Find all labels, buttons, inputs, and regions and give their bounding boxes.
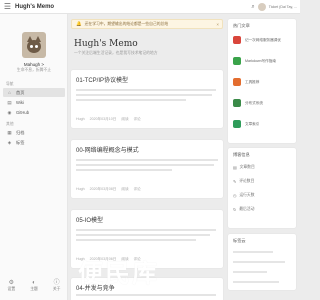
menu-icon[interactable]: ☰ (3, 2, 12, 11)
post-comments: 评论 (133, 117, 141, 121)
post-views: 阅读 (121, 117, 129, 121)
post-date: 2020年03月10日 (89, 117, 117, 121)
wiki-icon: ▤ (7, 99, 12, 105)
sidebar-item-label: 标签 (16, 139, 25, 145)
page-title: Hugh's Memo (74, 39, 138, 49)
search-icon[interactable]: ⌕ (251, 4, 254, 11)
popular-post-item[interactable]: 记一次网络服务器调优 (233, 34, 291, 46)
sidebar-item-archive[interactable]: ▦ 归档 (3, 128, 65, 137)
popular-post-item[interactable]: 工具推荐 (233, 76, 291, 88)
excerpt-line (76, 229, 216, 231)
theme-icon: ◐ (32, 280, 36, 286)
archive-icon: ▦ (7, 129, 12, 135)
sidebar-item-label: 首页 (16, 89, 25, 95)
popular-post-item[interactable]: 分布式系统 (233, 97, 291, 109)
github-icon: ◉ (7, 109, 12, 115)
sidebar-item-wiki[interactable]: ▤ Wiki (3, 98, 65, 107)
theme-button[interactable]: ◐ 主题 (30, 280, 38, 292)
post-title[interactable]: 05-IO模型 (76, 215, 103, 224)
info-row: ▤ 文章数目 (233, 165, 255, 170)
header-user-text[interactable]: Ticket (Dai Tay, ... (269, 5, 297, 9)
site-title[interactable]: Hugh's Memo (15, 4, 54, 10)
avatar[interactable] (22, 32, 46, 58)
tags-panel: 标签云 (228, 234, 296, 290)
sidebar-item-home[interactable]: ⌂ 首页 (3, 88, 65, 97)
panel-title: 热门文章 (233, 23, 250, 28)
excerpt-line (76, 169, 172, 171)
popular-post-item[interactable]: Markdown写作指南 (233, 55, 291, 67)
left-sidebar: Mahugh > 生命不息，折腾不止 导航 ⌂ 首页 ▤ Wiki ◉ GitH… (0, 14, 68, 300)
tag-item[interactable] (233, 281, 279, 283)
settings-button[interactable]: ⚙ 设置 (8, 280, 16, 292)
tag-item[interactable] (233, 251, 273, 253)
close-icon[interactable]: × (216, 22, 219, 27)
post-thumbnail-icon (233, 78, 241, 86)
header-avatar[interactable] (257, 3, 266, 11)
user-name[interactable]: Mahugh > (0, 62, 68, 67)
sidebar-item-tags[interactable]: ◈ 标签 (3, 138, 65, 147)
panel-title: 标签云 (233, 238, 246, 243)
excerpt-line (76, 89, 216, 91)
post-title[interactable]: 00-网络编程概念与模式 (76, 145, 139, 154)
notice-text: 还在学习中，期望输出的结论都是一些自己的总结 (84, 21, 169, 26)
tag-item[interactable] (233, 271, 267, 273)
about-icon: ⓘ (53, 280, 60, 286)
post-meta: Hugh 2020年03月08日 阅读 评论 (76, 187, 141, 192)
nav-section2-label: 其他 (6, 122, 14, 126)
settings-icon: ⚙ (8, 280, 15, 286)
excerpt-line (76, 234, 210, 236)
info-row: ✎ 评论数目 (233, 179, 255, 184)
nav-section-label: 导航 (6, 82, 14, 86)
post-title[interactable]: 01-TCP/IP协议模型 (76, 75, 128, 84)
panel-title: 博客信息 (233, 152, 250, 157)
excerpt-line (76, 159, 218, 161)
post-comments: 评论 (133, 187, 141, 191)
post-date: 2020年03月08日 (89, 187, 117, 191)
post-thumbnail-icon (233, 120, 241, 128)
post-author: Hugh (76, 187, 85, 191)
home-icon: ⌂ (8, 90, 11, 95)
top-header: ☰ Hugh's Memo ⌕ Ticket (Dai Tay, ... (0, 0, 300, 14)
sidebar-item-label: Wiki (16, 100, 24, 105)
tag-item[interactable] (233, 261, 285, 263)
runtime-icon: ◷ (233, 194, 237, 198)
excerpt-line (76, 294, 216, 296)
info-row: ◷ 运行天数 (233, 193, 255, 198)
about-button[interactable]: ⓘ 关于 (53, 280, 61, 292)
notice-banner: 🔔 还在学习中，期望输出的结论都是一些自己的总结 × (71, 19, 223, 29)
update-icon: ↻ (233, 208, 237, 212)
info-row: ↻ 最后活动 (233, 207, 255, 212)
header-right: ⌕ Ticket (Dai Tay, ... (251, 3, 297, 11)
sidebar-bottom-bar: ⚙ 设置 ◐ 主题 ⓘ 关于 (0, 276, 68, 300)
post-thumbnail-icon (233, 36, 241, 44)
bell-icon: 🔔 (76, 21, 82, 26)
sidebar-item-label: GitHub (16, 110, 30, 115)
blog-info-panel: 博客信息 ▤ 文章数目 ✎ 评论数目 ◷ 运行天数 ↻ 最后活动 (228, 148, 296, 228)
sidebar-item-github[interactable]: ◉ GitHub (3, 108, 65, 117)
user-description: 生命不息，折腾不止 (16, 68, 52, 72)
sidebar-item-label: 归档 (16, 129, 25, 135)
excerpt-line (76, 164, 214, 166)
popular-post-item[interactable]: 文章索引 (233, 118, 291, 130)
article-icon: ▤ (233, 166, 237, 170)
post-card[interactable]: 00-网络编程概念与模式 Hugh 2020年03月08日 阅读 评论 (71, 140, 223, 198)
post-views: 阅读 (121, 187, 129, 191)
post-thumbnail-icon (233, 57, 241, 65)
post-author: Hugh (76, 117, 85, 121)
excerpt-line (76, 94, 212, 96)
tags-icon: ◈ (7, 139, 12, 145)
popular-posts-panel: 热门文章 记一次网络服务器调优 Markdown写作指南 工具推荐 分布式系统 … (228, 19, 296, 143)
watermark: 便民库 (78, 259, 160, 288)
page-subtitle: 一个关注后端生活记录，也是我写技术笔记的地方 (74, 51, 158, 55)
post-card[interactable]: 01-TCP/IP协议模型 Hugh 2020年03月10日 阅读 评论 (71, 70, 223, 128)
comment-icon: ✎ (233, 180, 237, 184)
post-meta: Hugh 2020年03月10日 阅读 评论 (76, 117, 141, 122)
excerpt-line (76, 99, 186, 101)
excerpt-line (76, 239, 196, 241)
post-thumbnail-icon (233, 99, 241, 107)
